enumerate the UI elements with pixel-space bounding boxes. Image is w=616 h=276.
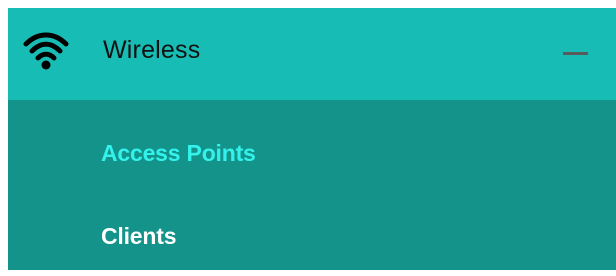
wireless-menu: Wireless Access Points Clients bbox=[8, 8, 616, 270]
collapse-icon[interactable] bbox=[563, 52, 588, 55]
submenu-item-access-points[interactable]: Access Points bbox=[101, 140, 256, 167]
wifi-icon bbox=[23, 32, 69, 70]
submenu-item-clients[interactable]: Clients bbox=[101, 223, 176, 250]
menu-header-label: Wireless bbox=[103, 36, 201, 64]
wireless-submenu: Access Points Clients bbox=[8, 100, 616, 270]
wireless-menu-header[interactable]: Wireless bbox=[8, 8, 616, 100]
